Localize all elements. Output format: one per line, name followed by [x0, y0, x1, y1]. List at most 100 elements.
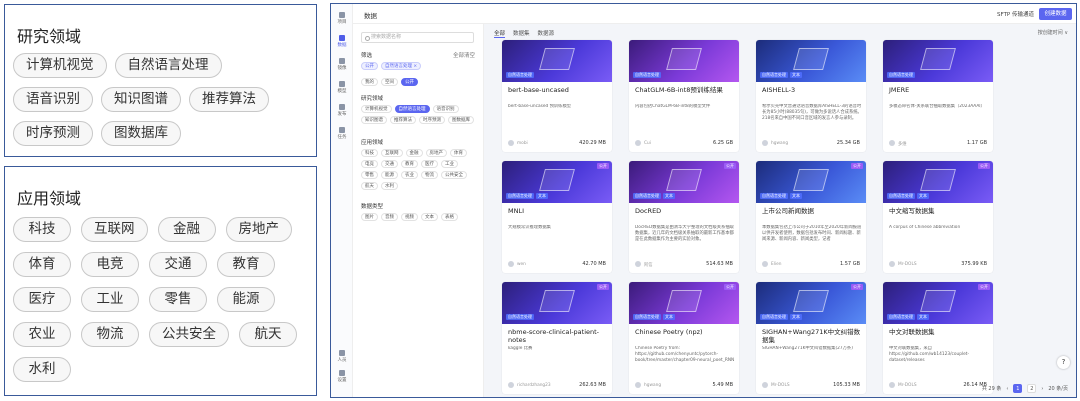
type-filter-chip[interactable]: 文本 [421, 213, 438, 221]
search-input[interactable]: 搜索数据名称 [361, 32, 474, 43]
rail-item-database[interactable]: 数据 [331, 35, 353, 48]
application-tag[interactable]: 零售 [149, 287, 207, 312]
rail-item-people[interactable]: 人员 [331, 350, 353, 363]
page-size-select[interactable]: 20 条/页 [1048, 385, 1068, 392]
rail-item-model[interactable]: 模型 [331, 81, 353, 94]
app-filter-chip[interactable]: 电竞 [361, 160, 378, 168]
app-filter-chip[interactable]: 水利 [381, 182, 398, 190]
tab-0[interactable]: 全部 [494, 29, 506, 38]
application-tag[interactable]: 工业 [81, 287, 139, 312]
app-filter-chip[interactable]: 医疗 [421, 160, 438, 168]
rail-item-label: 任务 [337, 135, 347, 140]
cube-illustration-icon [666, 169, 702, 191]
type-filter-chip[interactable]: 表格 [441, 213, 458, 221]
app-filter-chip[interactable]: 体育 [450, 149, 467, 157]
tab-2[interactable]: 数据源 [538, 29, 555, 38]
card-footer: hgwang 5.49 MB [635, 382, 733, 389]
app-filter-chip[interactable]: 公共安全 [441, 171, 467, 179]
rail-item-label: 数据 [337, 43, 347, 48]
rail-item-settings[interactable]: 设置 [331, 370, 353, 383]
type-filter-chip[interactable]: 视频 [401, 213, 418, 221]
application-tag[interactable]: 物流 [81, 322, 139, 347]
dataset-card[interactable]: 自然语言处理 文本 AISHELL-3 希尔贝壳中文普通话语音数据库AISHELL-3… [756, 40, 866, 152]
rail-item-image[interactable]: 镜像 [331, 58, 353, 71]
dataset-card[interactable]: 公开 自然语言处理 文本 上市公司新闻数据 本数据集包括上市公司于2010年至2020年… [756, 161, 866, 273]
app-filter-chip[interactable]: 农业 [401, 171, 418, 179]
research-tag[interactable]: 时序预测 [13, 121, 93, 146]
card-badges: 自然语言处理 文本 [633, 314, 675, 320]
app-filter-chip[interactable]: 航天 [361, 182, 378, 190]
tab-1[interactable]: 数据集 [513, 29, 530, 38]
dataset-card[interactable]: 自然语言处理 bert-base-uncased bert-base-uncased… [502, 40, 612, 152]
research-tag[interactable]: 知识图谱 [101, 87, 181, 112]
page-1[interactable]: 1 [1013, 384, 1023, 393]
avatar [889, 261, 895, 267]
app-filter-chip[interactable]: 物流 [421, 171, 438, 179]
app-filter-chip[interactable]: 互联网 [381, 149, 403, 157]
application-tag[interactable]: 教育 [217, 252, 275, 277]
create-data-button[interactable]: 创建数据 [1039, 8, 1072, 20]
application-tag[interactable]: 水利 [13, 357, 71, 382]
app-filter-chip[interactable]: 房地产 [425, 149, 447, 157]
application-tag[interactable]: 房地产 [225, 217, 292, 242]
page-2[interactable]: 2 [1027, 384, 1037, 393]
research-filter-chip[interactable]: 图数据库 [448, 116, 474, 124]
research-filter-chip[interactable]: 计算机视觉 [361, 105, 392, 113]
application-tag[interactable]: 农业 [13, 322, 71, 347]
application-tag[interactable]: 电竞 [81, 252, 139, 277]
app-filter-chip[interactable]: 金融 [405, 149, 423, 157]
dataset-card[interactable]: 公开 自然语言处理 文本 SIGHAN+Wang271K中文纠错数据集 SIGHAN+W… [756, 282, 866, 394]
dataset-card[interactable]: 自然语言处理 ChatGLM-6B-int8预训练结果 内容包括ChatGLM-6B… [629, 40, 739, 152]
app-filter-chip[interactable]: 教育 [401, 160, 418, 168]
application-tag[interactable]: 体育 [13, 252, 71, 277]
type-filter-chip[interactable]: 音频 [381, 213, 398, 221]
dataset-card[interactable]: 公开 自然语言处理 文本 中文缩写数据集 A corpus of Chinese abb… [883, 161, 993, 273]
public-badge: 公开 [724, 284, 736, 290]
sort-select[interactable]: 按创建时间 ∨ [1038, 29, 1068, 36]
dataset-card[interactable]: 公开 自然语言处理 nbme-score-clinical-patient-note… [502, 282, 612, 394]
app-filter-chip[interactable]: 工业 [441, 160, 458, 168]
research-tag[interactable]: 图数据库 [101, 121, 181, 146]
dataset-card[interactable]: 公开 自然语言处理 文本 DocRED DocRED数据集是由清华大学整理的文档级关系抽… [629, 161, 739, 273]
research-tag[interactable]: 语音识别 [13, 87, 93, 112]
research-tag[interactable]: 自然语言处理 [114, 53, 222, 78]
prev-page-icon[interactable]: ‹ [1006, 386, 1008, 392]
application-tag[interactable]: 互联网 [81, 217, 148, 242]
help-button[interactable]: ? [1057, 356, 1070, 369]
dataset-card[interactable]: 公开 自然语言处理 文本 Chinese Poetry (npz) Chinese Po… [629, 282, 739, 394]
research-filter-chip[interactable]: 自然语言处理 [394, 105, 430, 113]
app-filter-chip[interactable]: 零售 [361, 171, 378, 179]
app-filter-chip[interactable]: 科技 [361, 149, 378, 157]
application-tag[interactable]: 交通 [149, 252, 207, 277]
application-tag[interactable]: 能源 [217, 287, 275, 312]
active-filter-chip[interactable]: 公开 [361, 62, 378, 70]
application-tag[interactable]: 医疗 [13, 287, 71, 312]
scope-chip[interactable]: 公开 [401, 78, 418, 86]
type-filter-chip[interactable]: 图片 [361, 213, 378, 221]
application-tag[interactable]: 金融 [157, 217, 216, 242]
sftp-channel-button[interactable]: SFTP 传输通道 [997, 10, 1034, 18]
scope-chip[interactable]: 我的 [361, 78, 378, 86]
dataset-card[interactable]: 自然语言处理 JMERE 多模态命名体-关系联合抽取数据集（2023AAAI） 多维 1… [883, 40, 993, 152]
research-filter-chip[interactable]: 推荐算法 [390, 116, 416, 124]
rail-item-folder[interactable]: 项目 [331, 12, 353, 25]
research-filter-chip[interactable]: 知识图谱 [361, 116, 387, 124]
application-tag[interactable]: 公共安全 [149, 322, 229, 347]
clear-all-button[interactable]: 全部清空 [453, 51, 475, 59]
dataset-card[interactable]: 公开 自然语言处理 文本 MNLI 大规模常识推理数据集 wen 42.70 MB [502, 161, 612, 273]
app-filter-chip[interactable]: 交通 [381, 160, 398, 168]
dataset-card[interactable]: 公开 自然语言处理 文本 中文对联数据集 中文对联数据集，来自 https://gith… [883, 282, 993, 394]
application-tag[interactable]: 航天 [239, 322, 297, 347]
scope-chip[interactable]: 空间 [381, 78, 398, 86]
research-filter-chip[interactable]: 时序预测 [419, 116, 445, 124]
research-filter-chip[interactable]: 语音识别 [432, 105, 459, 113]
research-tag[interactable]: 推荐算法 [189, 87, 269, 112]
research-tag[interactable]: 计算机视觉 [13, 53, 107, 78]
rail-item-task[interactable]: 任务 [331, 127, 353, 140]
dataset-description: 希尔贝壳中文普通话语音数据库AISHELL-3的语音时长为85小时(88035句… [762, 104, 862, 121]
app-filter-chip[interactable]: 能源 [381, 171, 398, 179]
active-filter-chip[interactable]: 自然语言处理 × [381, 62, 422, 70]
next-page-icon[interactable]: › [1041, 386, 1043, 392]
application-tag[interactable]: 科技 [13, 217, 71, 242]
rail-item-publish[interactable]: 发布 [331, 104, 353, 117]
